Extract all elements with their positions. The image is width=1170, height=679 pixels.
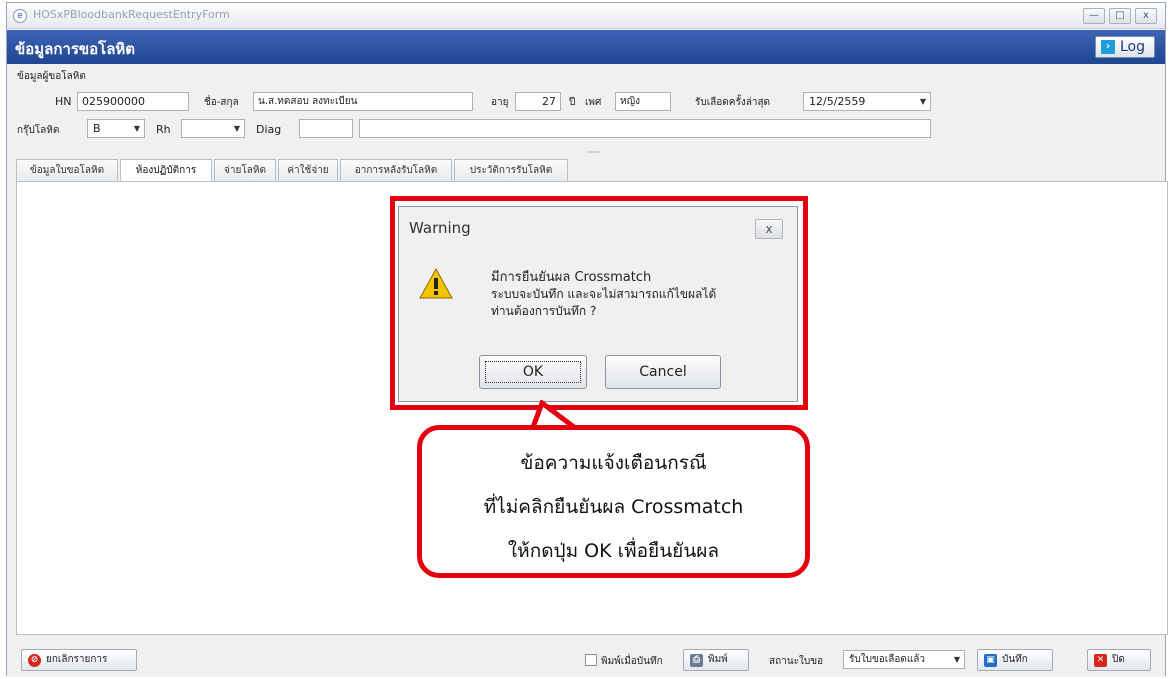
cancel-icon: ⊘	[28, 654, 41, 667]
log-label: Log	[1120, 39, 1146, 55]
sex-label: เพศ	[585, 97, 602, 108]
print-on-save-label: พิมพ์เมื่อบันทึก	[601, 656, 663, 667]
maximize-button[interactable]: □	[1109, 8, 1131, 24]
callout-line: ข้อความแจ้งเตือนกรณี	[520, 452, 707, 474]
callout-line: ให้กดปุ่ม OK เพื่อยืนยันผล	[507, 540, 720, 562]
warning-icon	[419, 267, 453, 299]
instruction-callout: ข้อความแจ้งเตือนกรณี ที่ไม่คลิกยืนยันผล …	[417, 425, 810, 578]
print-button[interactable]: ⎙ พิมพ์	[683, 649, 749, 671]
hn-input[interactable]: 025900000	[77, 92, 189, 111]
focus-ring	[485, 361, 581, 383]
age-unit: ปี	[569, 97, 576, 108]
status-label: สถานะใบขอ	[769, 656, 824, 667]
cancel-button[interactable]: Cancel	[605, 355, 721, 389]
ok-button[interactable]: OK	[479, 355, 587, 389]
cancel-list-label: ยกเลิกรายการ	[46, 654, 108, 665]
tab-reactions[interactable]: อาการหลังรับโลหิต	[340, 159, 452, 181]
close-label: ปิด	[1112, 654, 1125, 665]
log-button[interactable]: › Log	[1095, 36, 1155, 58]
dialog-message-line: ท่านต้องการบันทึก ?	[491, 304, 597, 318]
name-input[interactable]: น.ส.ทดสอบ ลงทะเบียน	[253, 92, 473, 111]
close-window-button[interactable]: x	[1135, 8, 1157, 24]
sex-input[interactable]: หญิง	[615, 92, 671, 111]
dialog-message-line: มีการยืนยันผล Crossmatch	[491, 270, 652, 285]
dialog-close-button[interactable]: x	[755, 219, 783, 239]
save-icon: ▣	[984, 654, 997, 667]
title-bar: e HOSxPBloodbankRequestEntryForm — □ x	[7, 3, 1165, 29]
diag-text-input[interactable]	[359, 119, 931, 138]
splitter-handle[interactable]	[587, 151, 601, 153]
hn-label: HN	[55, 95, 72, 108]
blood-group-select[interactable]: B ▼	[87, 119, 145, 138]
save-label: บันทึก	[1002, 654, 1028, 665]
chevron-down-icon: ▼	[953, 655, 960, 664]
rh-select[interactable]: ▼	[181, 119, 245, 138]
bottom-toolbar: ⊘ ยกเลิกรายการ พิมพ์เมื่อบันทึก ⎙ พิมพ์ …	[7, 643, 1165, 677]
blood-group-value: B	[93, 122, 101, 135]
dialog-message: มีการยืนยันผล Crossmatch ระบบจะบันทึก แล…	[491, 269, 716, 320]
printer-icon: ⎙	[690, 654, 703, 667]
tab-request[interactable]: ข้อมูลใบขอโลหิต	[16, 159, 118, 181]
app-icon: e	[13, 9, 27, 23]
diag-code-input[interactable]	[299, 119, 353, 138]
form-header: ข้อมูลการขอโลหิต › Log	[7, 30, 1165, 64]
tab-expenses[interactable]: ค่าใช้จ่าย	[278, 159, 338, 181]
close-icon: ✕	[1094, 654, 1107, 667]
log-icon: ›	[1101, 40, 1115, 54]
status-select[interactable]: รับใบขอเลือดแล้ว ▼	[843, 650, 965, 669]
print-on-save-checkbox[interactable]	[585, 654, 597, 666]
status-value: รับใบขอเลือดแล้ว	[849, 654, 926, 665]
name-label: ชื่อ-สกุล	[204, 97, 239, 108]
chevron-down-icon: ▼	[919, 97, 926, 106]
save-button[interactable]: ▣ บันทึก	[977, 649, 1053, 671]
window-title: HOSxPBloodbankRequestEntryForm	[33, 8, 230, 21]
chevron-down-icon: ▼	[133, 124, 140, 133]
last-blood-date-value: 12/5/2559	[809, 95, 866, 108]
tab-dispense[interactable]: จ่ายโลหิต	[214, 159, 276, 181]
age-label: อายุ	[491, 97, 509, 108]
tab-laboratory[interactable]: ห้องปฏิบัติการ	[120, 159, 212, 182]
warning-dialog: Warning x มีการยืนยันผล Crossmatch ระบบจ…	[398, 206, 798, 402]
age-input[interactable]: 27	[515, 92, 561, 111]
cancel-list-button[interactable]: ⊘ ยกเลิกรายการ	[21, 649, 137, 671]
chevron-down-icon: ▼	[233, 124, 240, 133]
blood-group-label: กรุ๊ปโลหิต	[17, 125, 60, 136]
callout-line: ที่ไม่คลิกยืนยันผล Crossmatch	[483, 496, 744, 518]
rh-label: Rh	[156, 123, 171, 136]
last-blood-date-select[interactable]: 12/5/2559 ▼	[803, 92, 931, 111]
diag-label: Diag	[256, 123, 282, 136]
last-blood-label: รับเลือดครั้งล่าสุด	[695, 97, 771, 108]
dialog-title: Warning	[409, 219, 471, 237]
patient-section-label: ข้อมูลผู้ขอโลหิต	[17, 71, 86, 82]
dialog-message-line: ระบบจะบันทึก และจะไม่สามารถแก้ไขผลได้	[491, 287, 717, 301]
print-label: พิมพ์	[708, 654, 728, 665]
close-button[interactable]: ✕ ปิด	[1087, 649, 1151, 671]
page-title: ข้อมูลการขอโลหิต	[15, 40, 136, 58]
tab-history[interactable]: ประวัติการรับโลหิต	[454, 159, 568, 181]
minimize-button[interactable]: —	[1083, 8, 1105, 24]
